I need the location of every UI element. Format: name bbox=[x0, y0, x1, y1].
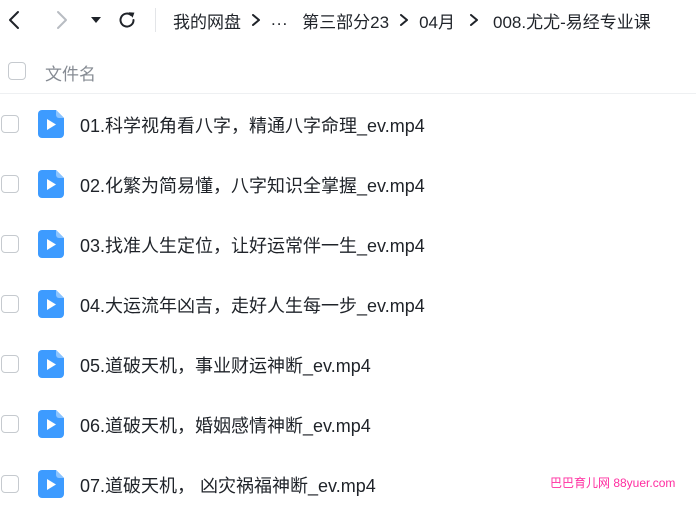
video-file-icon bbox=[38, 230, 64, 258]
list-header: 文件名 bbox=[0, 48, 696, 94]
refresh-icon bbox=[119, 12, 135, 28]
video-file-icon bbox=[38, 470, 64, 498]
chevron-left-icon bbox=[9, 11, 19, 29]
video-file-icon bbox=[38, 110, 64, 138]
file-checkbox[interactable] bbox=[1, 175, 19, 193]
column-header-filename[interactable]: 文件名 bbox=[45, 60, 96, 85]
chevron-right-icon bbox=[241, 10, 271, 30]
file-name: 07.道破天机， 凶灾祸福神断_ev.mp4 bbox=[80, 476, 376, 496]
file-row[interactable]: 01.科学视角看八字，精通八字命理_ev.mp4 bbox=[0, 94, 696, 154]
file-name: 06.道破天机，婚姻感情神断_ev.mp4 bbox=[80, 416, 371, 436]
breadcrumb: 我的网盘 ... 第三部分23 04月 008.尤尤-易经专业课 bbox=[173, 0, 651, 40]
history-dropdown-button[interactable] bbox=[82, 6, 110, 34]
file-row[interactable]: 05.道破天机，事业财运神断_ev.mp4 bbox=[0, 334, 696, 394]
file-name: 04.大运流年凶吉，走好人生每一步_ev.mp4 bbox=[80, 296, 425, 316]
file-checkbox[interactable] bbox=[1, 355, 19, 373]
video-file-icon bbox=[38, 290, 64, 318]
file-row[interactable]: 02.化繁为简易懂，八字知识全掌握_ev.mp4 bbox=[0, 154, 696, 214]
refresh-button[interactable] bbox=[113, 6, 141, 34]
breadcrumb-item-3[interactable]: 008.尤尤-易经专业课 bbox=[493, 8, 651, 33]
toolbar: 我的网盘 ... 第三部分23 04月 008.尤尤-易经专业课 bbox=[0, 0, 696, 40]
breadcrumb-item-2[interactable]: 04月 bbox=[419, 8, 455, 33]
video-file-icon bbox=[38, 350, 64, 378]
file-name: 02.化繁为简易懂，八字知识全掌握_ev.mp4 bbox=[80, 176, 425, 196]
file-row[interactable]: 03.找准人生定位，让好运常伴一生_ev.mp4 bbox=[0, 214, 696, 274]
file-checkbox[interactable] bbox=[1, 415, 19, 433]
caret-down-icon bbox=[91, 17, 101, 23]
file-row[interactable]: 06.道破天机，婚姻感情神断_ev.mp4 bbox=[0, 394, 696, 454]
select-all-checkbox[interactable] bbox=[8, 62, 26, 80]
forward-button[interactable] bbox=[47, 6, 75, 34]
video-file-icon bbox=[38, 410, 64, 438]
file-name: 01.科学视角看八字，精通八字命理_ev.mp4 bbox=[80, 116, 425, 136]
chevron-right-icon bbox=[57, 11, 67, 29]
chevron-right-icon bbox=[389, 10, 419, 30]
file-checkbox[interactable] bbox=[1, 475, 19, 493]
breadcrumb-item-1[interactable]: 第三部分23 bbox=[302, 8, 389, 33]
file-name: 05.道破天机，事业财运神断_ev.mp4 bbox=[80, 356, 371, 376]
chevron-right-icon bbox=[455, 10, 493, 30]
file-checkbox[interactable] bbox=[1, 115, 19, 133]
breadcrumb-root[interactable]: 我的网盘 bbox=[173, 8, 241, 33]
file-name: 03.找准人生定位，让好运常伴一生_ev.mp4 bbox=[80, 236, 425, 256]
back-button[interactable] bbox=[1, 6, 29, 34]
file-browser: 我的网盘 ... 第三部分23 04月 008.尤尤-易经专业课 文件名 01.… bbox=[0, 0, 696, 505]
file-checkbox[interactable] bbox=[1, 235, 19, 253]
file-checkbox[interactable] bbox=[1, 295, 19, 313]
watermark: 巴巴育儿网 88yuer.com bbox=[550, 476, 676, 490]
video-file-icon bbox=[38, 170, 64, 198]
toolbar-divider bbox=[155, 8, 156, 32]
file-row[interactable]: 04.大运流年凶吉，走好人生每一步_ev.mp4 bbox=[0, 274, 696, 334]
breadcrumb-ellipsis[interactable]: ... bbox=[271, 10, 288, 30]
